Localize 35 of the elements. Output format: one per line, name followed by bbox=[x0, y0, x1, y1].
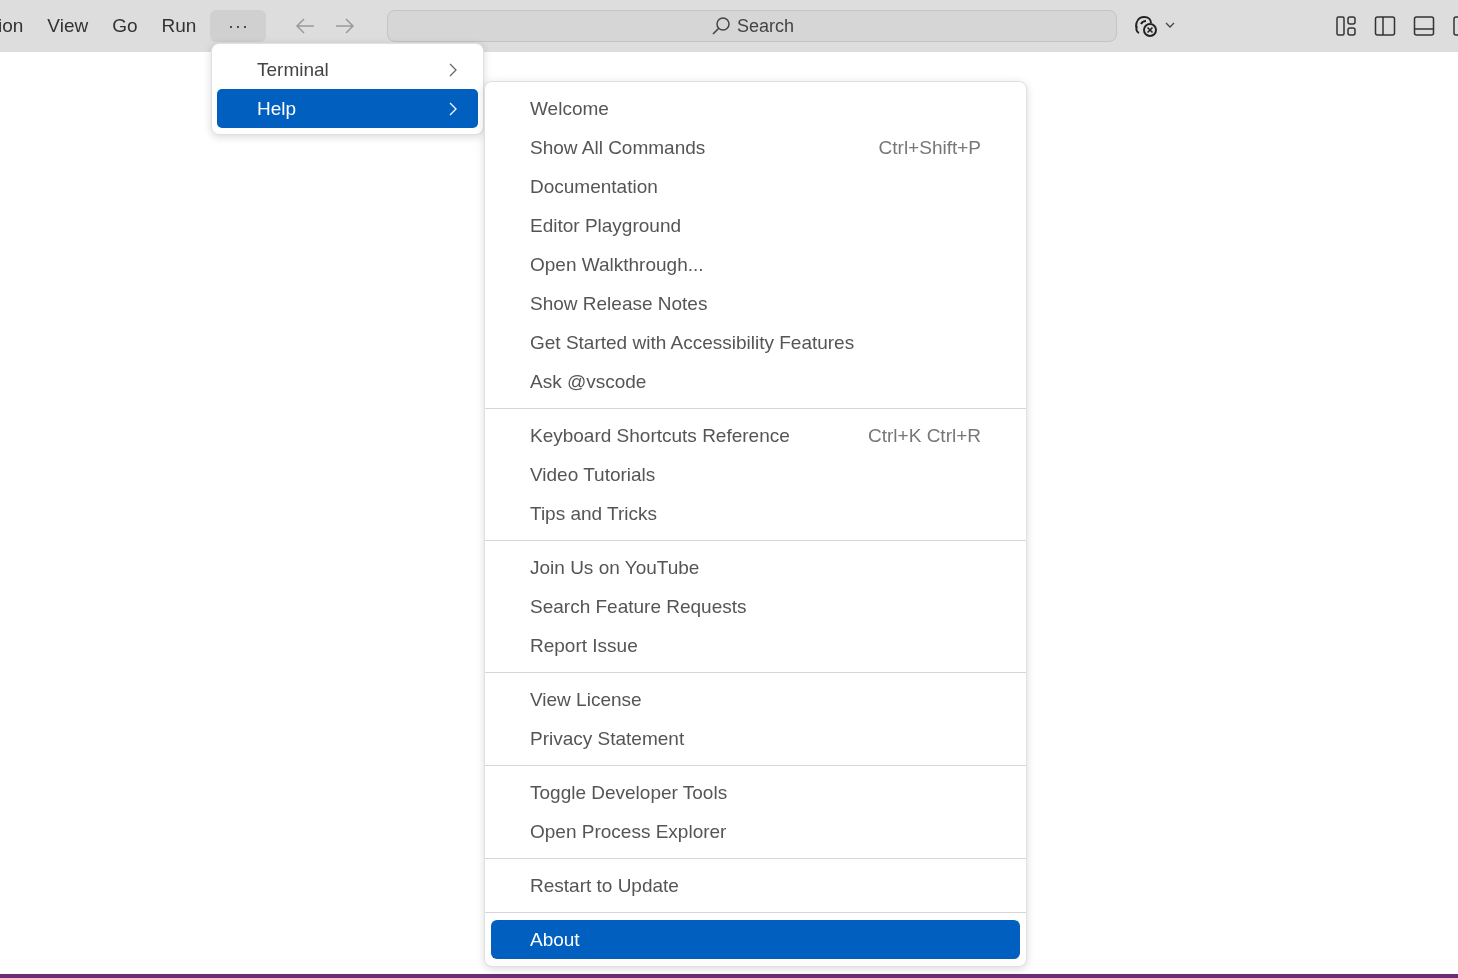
menu-item[interactable]: Privacy Statement bbox=[491, 719, 1020, 758]
menu-item[interactable]: Report Issue bbox=[491, 626, 1020, 665]
menu-item[interactable]: Join Us on YouTube bbox=[491, 548, 1020, 587]
sidebar-toggle-icon[interactable] bbox=[1374, 15, 1396, 37]
menu-item[interactable]: Documentation bbox=[491, 167, 1020, 206]
menu-item[interactable]: ion bbox=[0, 15, 36, 37]
menu-item[interactable]: Toggle Developer Tools bbox=[491, 773, 1020, 812]
menu-item[interactable]: Restart to Update bbox=[491, 866, 1020, 905]
search-field[interactable]: Search bbox=[387, 10, 1118, 42]
menu-item[interactable]: Ask @vscode bbox=[491, 362, 1020, 401]
menu-item[interactable]: View License bbox=[491, 680, 1020, 719]
menu-item[interactable]: Show All Commands Ctrl+Shift+P bbox=[491, 128, 1020, 167]
menu-item[interactable]: Get Started with Accessibility Features bbox=[491, 323, 1020, 362]
menu-item[interactable]: Open Walkthrough... bbox=[491, 245, 1020, 284]
search-icon bbox=[710, 16, 731, 36]
menu-item[interactable]: Help bbox=[217, 89, 478, 128]
menu-item[interactable]: Open Process Explorer bbox=[491, 812, 1020, 851]
menu-item[interactable]: About bbox=[491, 920, 1020, 959]
secondary-sidebar-icon[interactable] bbox=[1452, 15, 1458, 37]
menu-item[interactable]: Video Tutorials bbox=[491, 455, 1020, 494]
panel-toggle-icon[interactable] bbox=[1413, 15, 1435, 37]
chevron-right-icon bbox=[448, 61, 458, 78]
menu-item[interactable]: Terminal bbox=[217, 50, 478, 89]
menu-item[interactable]: Search Feature Requests bbox=[491, 587, 1020, 626]
menu-item[interactable]: Run bbox=[149, 15, 209, 37]
more-menu-button[interactable]: ··· bbox=[210, 10, 267, 42]
menu-item[interactable]: Keyboard Shortcuts Reference Ctrl+K Ctrl+R bbox=[491, 416, 1020, 455]
customize-layout-icon[interactable] bbox=[1335, 15, 1357, 37]
menu-item[interactable]: Welcome bbox=[491, 89, 1020, 128]
menu-item[interactable]: Editor Playground bbox=[491, 206, 1020, 245]
menu-item[interactable]: Tips and Tricks bbox=[491, 494, 1020, 533]
menu-item[interactable]: View bbox=[35, 15, 101, 37]
menu-item[interactable]: Go bbox=[100, 15, 150, 37]
menu-item[interactable]: Show Release Notes bbox=[491, 284, 1020, 323]
chevron-right-icon bbox=[448, 100, 458, 117]
